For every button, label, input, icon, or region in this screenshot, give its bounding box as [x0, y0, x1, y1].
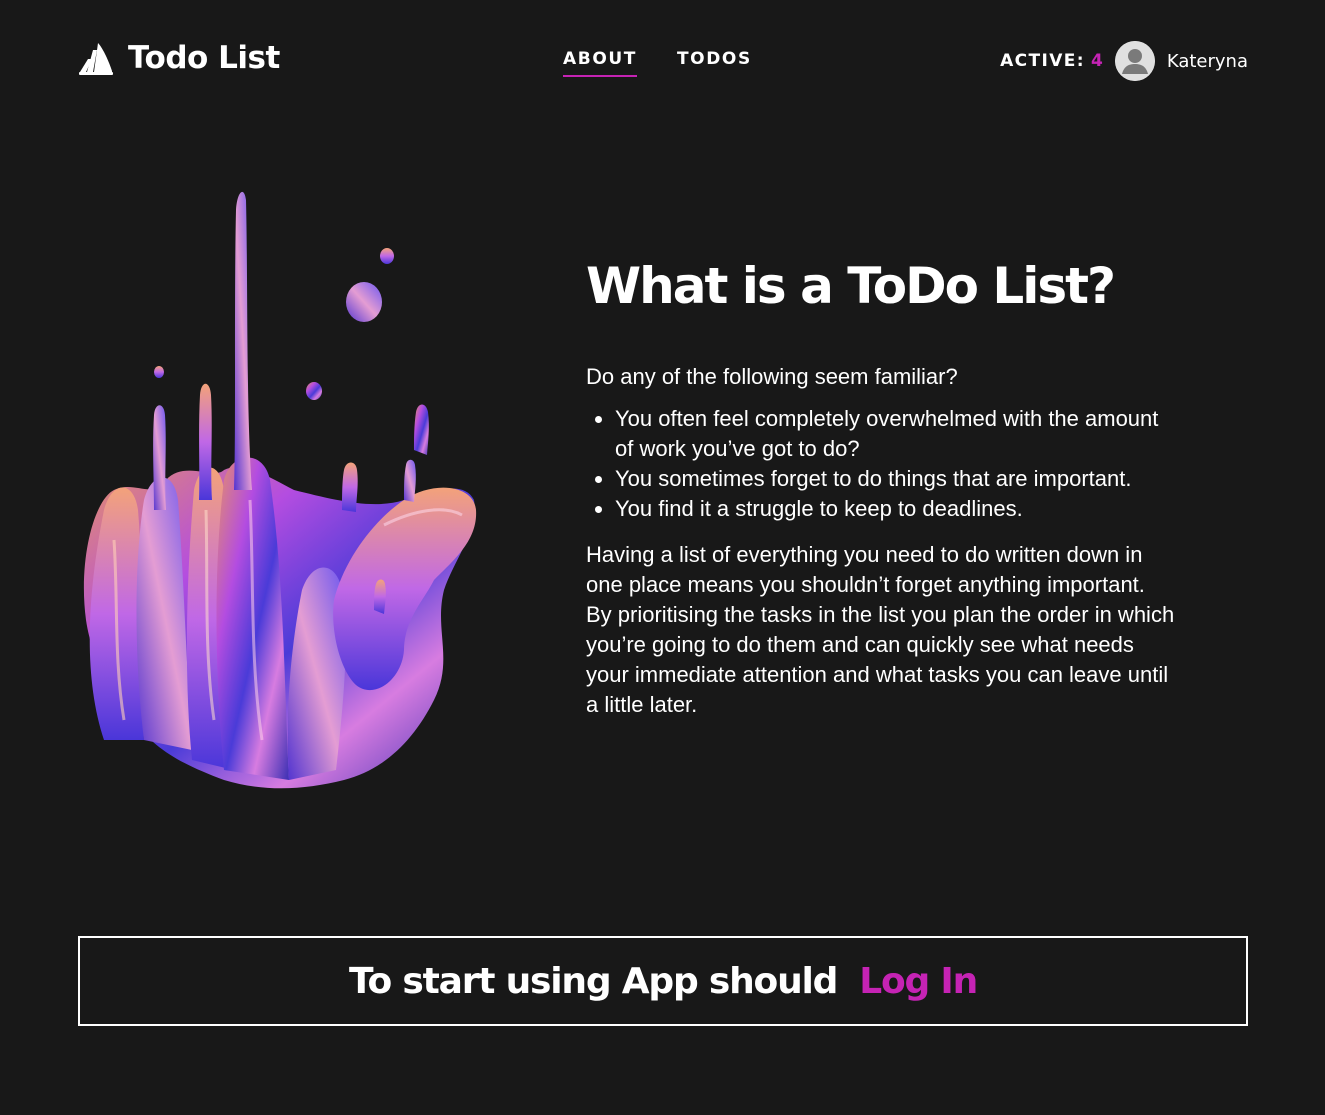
username[interactable]: Kateryna [1167, 51, 1248, 72]
nav-about-link[interactable]: ABOUT [563, 49, 637, 77]
main-nav: ABOUT TODOS [563, 49, 752, 77]
active-label: ACTIVE: [1000, 51, 1086, 71]
site-header: Todo List ABOUT TODOS ACTIVE: 4 Kateryna [0, 0, 1325, 124]
stacked-books-icon [78, 41, 114, 75]
user-area: ACTIVE: 4 Kateryna [1000, 40, 1248, 82]
liquid-splash-illustration [74, 180, 484, 792]
description-paragraph: Having a list of everything you need to … [586, 542, 1175, 717]
list-item: You find it a struggle to keep to deadli… [615, 494, 1175, 524]
intro-text: Do any of the following seem familiar? [586, 364, 958, 389]
familiar-list: You often feel completely overwhelmed wi… [586, 404, 1175, 524]
list-item: You sometimes forget to do things that a… [615, 464, 1175, 494]
list-item: You often feel completely overwhelmed wi… [615, 404, 1175, 464]
login-link[interactable]: Log In [859, 961, 978, 1002]
brand-link[interactable]: Todo List [78, 40, 280, 76]
user-avatar-icon[interactable] [1114, 41, 1155, 81]
active-count: 4 [1091, 51, 1103, 71]
nav-todos-link[interactable]: TODOS [677, 49, 752, 77]
brand-title: Todo List [128, 40, 280, 76]
page-title: What is a ToDo List? [586, 257, 1116, 315]
about-section: What is a ToDo List? Do any of the follo… [586, 250, 1186, 720]
login-banner: To start using App should Log In [78, 936, 1248, 1026]
login-prompt: To start using App should [348, 960, 838, 1002]
